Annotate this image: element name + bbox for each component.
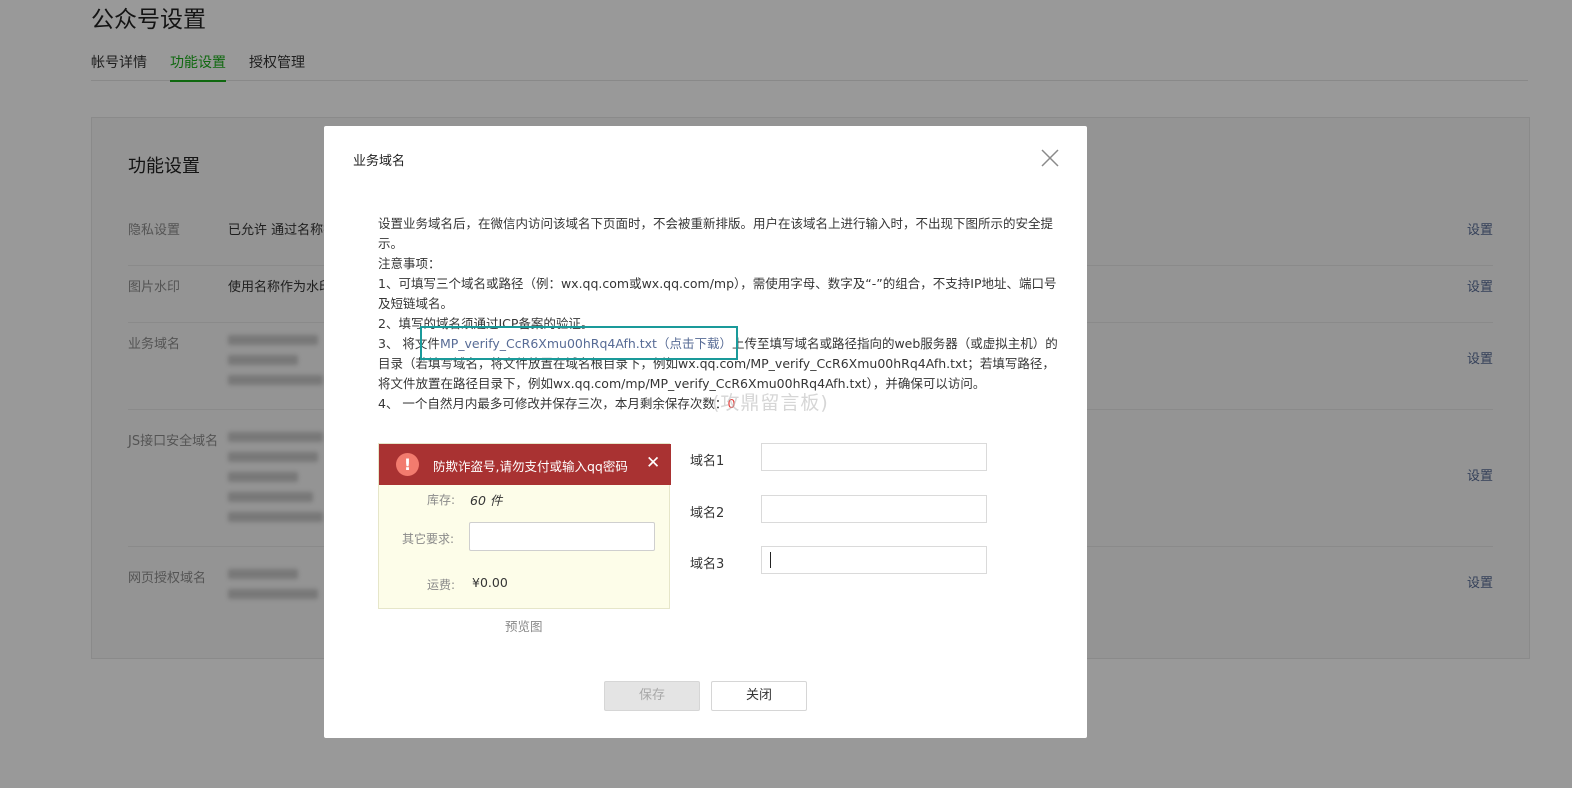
domain-3-input[interactable] [761, 546, 987, 574]
download-link-highlight [420, 326, 738, 360]
warning-bar: ! 防欺诈盗号,请勿支付或输入qq密码 ✕ [379, 444, 671, 485]
stock-label: 库存: [427, 493, 456, 507]
intro-text: 设置业务域名后，在微信内访问该域名下页面时，不会被重新排版。用户在该域名上进行输… [378, 216, 1054, 251]
domain-2-label: 域名2 [690, 506, 725, 521]
shipping-value: ¥0.00 [472, 575, 508, 590]
other-requirements-input [469, 522, 655, 551]
notice-title: 注意事项： [378, 256, 441, 271]
save-button[interactable]: 保存 [604, 681, 700, 711]
text-caret [770, 552, 771, 568]
security-prompt-preview: ! 防欺诈盗号,请勿支付或输入qq密码 ✕ 库存: 60 件 其它要求: 运费:… [378, 443, 671, 609]
close-icon: ✕ [646, 453, 661, 473]
domain-1-input[interactable] [761, 443, 987, 471]
other-requirements-label: 其它要求: [402, 532, 455, 546]
exclamation-icon: ! [396, 453, 419, 476]
business-domain-dialog: 业务域名 设置业务域名后，在微信内访问该域名下页面时，不会被重新排版。用户在该域… [324, 126, 1087, 738]
close-icon[interactable] [1040, 148, 1060, 168]
item4-prefix: 4、 一个自然月内最多可修改并保存三次，本月剩余保存次数： [378, 396, 728, 411]
watermark-text: (攻鼎留言板) [712, 392, 829, 414]
notice-item-1: 1、可填写三个域名或路径（例：wx.qq.com或wx.qq.com/mp），需… [378, 276, 1057, 311]
domain-1-label: 域名1 [690, 454, 725, 469]
dialog-description: 设置业务域名后，在微信内访问该域名下页面时，不会被重新排版。用户在该域名上进行输… [378, 214, 1058, 414]
close-button[interactable]: 关闭 [711, 681, 807, 711]
preview-caption: 预览图 [505, 619, 543, 634]
dialog-title: 业务域名 [353, 154, 406, 169]
domain-3-label: 域名3 [690, 557, 725, 572]
warning-text: 防欺诈盗号,请勿支付或输入qq密码 [433, 459, 628, 474]
stock-value: 60 件 [470, 493, 503, 508]
domain-2-input[interactable] [761, 495, 987, 523]
shipping-label: 运费: [427, 578, 456, 592]
